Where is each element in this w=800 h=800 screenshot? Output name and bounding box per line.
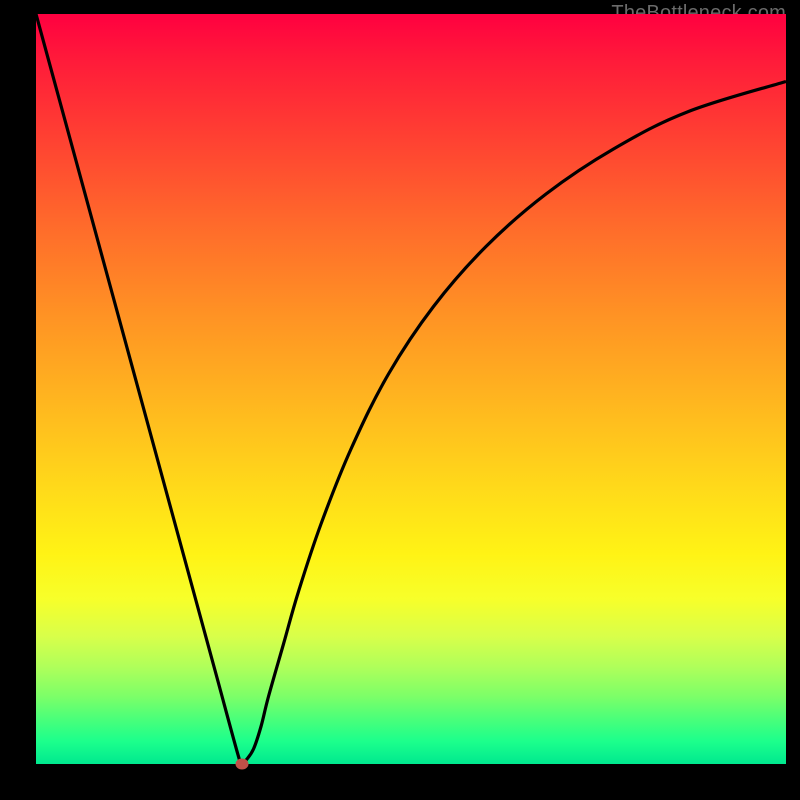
minimum-marker bbox=[236, 759, 249, 770]
curve-path bbox=[36, 14, 786, 766]
bottleneck-curve bbox=[36, 14, 786, 764]
chart-stage: TheBottleneck.com bbox=[0, 0, 800, 800]
plot-area bbox=[36, 14, 786, 764]
